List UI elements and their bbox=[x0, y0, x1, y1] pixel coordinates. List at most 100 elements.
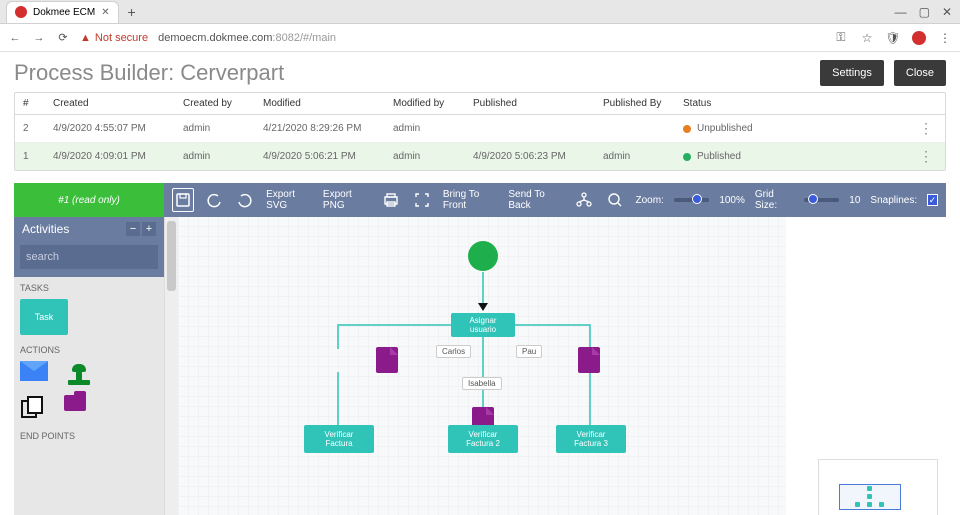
layout-tree-icon[interactable] bbox=[573, 188, 594, 212]
cell-modified: 4/9/2020 5:06:21 PM bbox=[263, 151, 393, 162]
cell-created-by: admin bbox=[183, 123, 263, 134]
cell-num: 2 bbox=[23, 123, 53, 134]
canvas-toolbar: #1 (read only) Export SVG Export PNG Bri… bbox=[14, 183, 946, 217]
row-menu-button[interactable]: ⋮ bbox=[919, 148, 937, 165]
cell-created-by: admin bbox=[183, 151, 263, 162]
document-node[interactable] bbox=[578, 347, 600, 373]
start-node[interactable] bbox=[468, 241, 498, 271]
palette-folder-icon[interactable] bbox=[64, 395, 86, 411]
sidebar-collapse-button[interactable]: − bbox=[126, 222, 140, 236]
snaplines-checkbox[interactable]: ✓ bbox=[927, 194, 938, 206]
versions-table: # Created Created by Modified Modified b… bbox=[14, 92, 946, 171]
browser-menu-icon[interactable]: ⋮ bbox=[938, 31, 952, 45]
task-node-verify-1[interactable]: Verificar Factura bbox=[304, 425, 374, 453]
status-text: Published bbox=[697, 151, 741, 162]
cell-published: 4/9/2020 5:06:23 PM bbox=[473, 151, 603, 162]
col-modified: Modified bbox=[263, 98, 393, 109]
sidebar-search[interactable]: 🔍 bbox=[20, 245, 158, 269]
cell-created: 4/9/2020 4:55:07 PM bbox=[53, 123, 183, 134]
settings-button[interactable]: Settings bbox=[820, 60, 884, 86]
cell-modified: 4/21/2020 8:29:26 PM bbox=[263, 123, 393, 134]
search-input[interactable] bbox=[20, 251, 174, 263]
table-header: # Created Created by Modified Modified b… bbox=[15, 93, 945, 115]
nav-reload-icon[interactable]: ⟳ bbox=[56, 31, 70, 44]
close-button[interactable]: Close bbox=[894, 60, 946, 86]
tab-close-icon[interactable]: ✕ bbox=[101, 7, 109, 18]
export-svg-button[interactable]: Export SVG bbox=[266, 189, 313, 211]
grid-label: Grid Size: bbox=[755, 189, 794, 211]
row-menu-button[interactable]: ⋮ bbox=[919, 120, 937, 137]
status-dot-icon bbox=[683, 125, 691, 133]
send-to-back-button[interactable]: Send To Back bbox=[508, 189, 563, 211]
redo-icon[interactable] bbox=[235, 188, 256, 212]
print-icon[interactable] bbox=[380, 188, 401, 212]
warning-icon: ▲ bbox=[80, 32, 91, 44]
window-close-button[interactable]: ✕ bbox=[942, 5, 952, 19]
nav-back-icon[interactable]: ← bbox=[8, 32, 22, 44]
window-controls: — ▢ ✕ bbox=[895, 5, 960, 19]
security-indicator[interactable]: ▲ Not secure bbox=[80, 32, 148, 44]
canvas-area: Asignar usuario Carlos Pau Isabella Veri… bbox=[164, 217, 946, 515]
arrowhead-icon bbox=[478, 303, 488, 311]
task-node-verify-2[interactable]: Verificar Factura 2 bbox=[448, 425, 518, 453]
minimap[interactable] bbox=[818, 459, 938, 515]
cell-published-by: admin bbox=[603, 151, 683, 162]
palette-copy-icon[interactable] bbox=[20, 395, 46, 421]
export-png-button[interactable]: Export PNG bbox=[323, 189, 370, 211]
col-published: Published bbox=[473, 98, 603, 109]
cell-modified-by: admin bbox=[393, 151, 473, 162]
fullscreen-icon[interactable] bbox=[412, 188, 433, 212]
edge-label[interactable]: Carlos bbox=[436, 345, 471, 358]
extension-shield-icon[interactable]: 🛡 bbox=[886, 31, 900, 45]
sidebar-title: Activities bbox=[22, 222, 69, 236]
group-actions-label: ACTIONS bbox=[20, 345, 158, 355]
page-title: Process Builder: Cerverpart bbox=[14, 60, 810, 86]
col-status: Status bbox=[683, 98, 919, 109]
undo-icon[interactable] bbox=[204, 188, 225, 212]
zoom-icon[interactable] bbox=[604, 188, 625, 212]
browser-tab[interactable]: Dokmee ECM ✕ bbox=[6, 1, 119, 23]
edge-label[interactable]: Pau bbox=[516, 345, 542, 358]
palette-mail-icon[interactable] bbox=[20, 361, 48, 381]
bring-to-front-button[interactable]: Bring To Front bbox=[443, 189, 499, 211]
save-icon[interactable] bbox=[172, 188, 194, 212]
app-header: Process Builder: Cerverpart Settings Clo… bbox=[0, 52, 960, 92]
col-num: # bbox=[23, 98, 53, 109]
window-minimize-button[interactable]: — bbox=[895, 5, 907, 19]
zoom-value: 100% bbox=[719, 195, 745, 206]
zoom-slider[interactable] bbox=[674, 198, 709, 202]
edge-label[interactable]: Isabella bbox=[462, 377, 502, 390]
bookmark-star-icon[interactable]: ☆ bbox=[860, 31, 874, 45]
sidebar-add-button[interactable]: + bbox=[142, 222, 156, 236]
table-row[interactable]: 1 4/9/2020 4:09:01 PM admin 4/9/2020 5:0… bbox=[15, 143, 945, 170]
task-node-verify-3[interactable]: Verificar Factura 3 bbox=[556, 425, 626, 453]
flow-canvas[interactable]: Asignar usuario Carlos Pau Isabella Veri… bbox=[178, 217, 946, 515]
task-node-assign[interactable]: Asignar usuario bbox=[451, 313, 515, 337]
extension-dokmee-icon[interactable] bbox=[912, 31, 926, 45]
snaplines-label: Snaplines: bbox=[870, 195, 917, 206]
browser-address-bar: ← → ⟳ ▲ Not secure demoecm.dokmee.com:80… bbox=[0, 24, 960, 52]
url-text[interactable]: demoecm.dokmee.com:8082/#/main bbox=[158, 32, 336, 44]
status-text: Unpublished bbox=[697, 123, 753, 134]
window-maximize-button[interactable]: ▢ bbox=[919, 5, 930, 19]
cell-modified-by: admin bbox=[393, 123, 473, 134]
palette-stamp-icon[interactable] bbox=[66, 361, 92, 385]
new-tab-button[interactable]: + bbox=[123, 3, 141, 21]
document-node[interactable] bbox=[376, 347, 398, 373]
zoom-label: Zoom: bbox=[636, 195, 664, 206]
col-published-by: Published By bbox=[603, 98, 683, 109]
grid-slider[interactable] bbox=[804, 198, 839, 202]
group-tasks-label: TASKS bbox=[20, 283, 158, 293]
cell-num: 1 bbox=[23, 151, 53, 162]
table-row[interactable]: 2 4/9/2020 4:55:07 PM admin 4/21/2020 8:… bbox=[15, 115, 945, 143]
palette-task[interactable]: Task bbox=[20, 299, 68, 335]
grid-value: 10 bbox=[849, 195, 860, 206]
col-modified-by: Modified by bbox=[393, 98, 473, 109]
tab-title: Dokmee ECM bbox=[33, 7, 95, 18]
key-icon[interactable]: ⚿ bbox=[834, 31, 848, 45]
canvas-vscrollbar[interactable] bbox=[164, 217, 178, 515]
status-dot-icon bbox=[683, 153, 691, 161]
nav-forward-icon[interactable]: → bbox=[32, 32, 46, 44]
cell-status: Unpublished bbox=[683, 123, 919, 134]
browser-tab-strip: Dokmee ECM ✕ + — ▢ ✕ bbox=[0, 0, 960, 24]
